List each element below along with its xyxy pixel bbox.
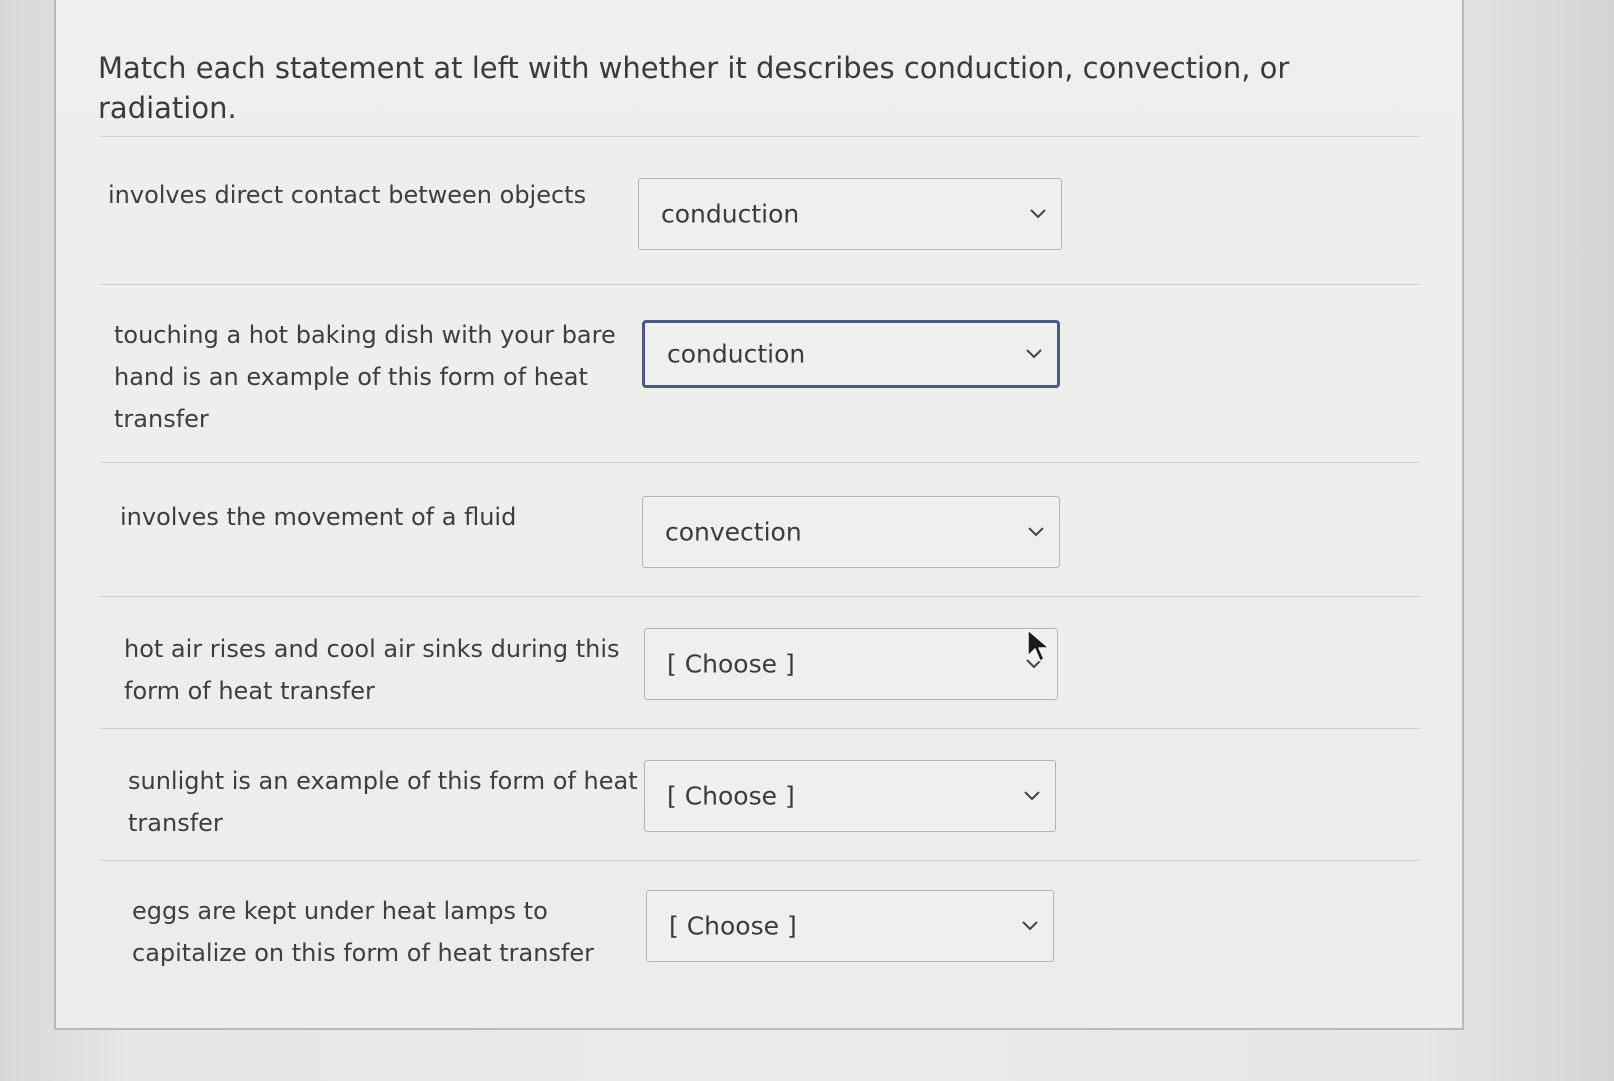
answer-select-2[interactable]: conduction	[642, 320, 1060, 388]
statement-1: involves direct contact between objects	[108, 174, 586, 216]
divider	[100, 596, 1420, 597]
divider	[100, 284, 1420, 285]
statement-2: touching a hot baking dish with your bar…	[114, 314, 616, 440]
statement-3: involves the movement of a fluid	[120, 496, 516, 538]
divider	[100, 860, 1420, 861]
selected-value: [ Choose ]	[669, 911, 797, 941]
divider	[100, 136, 1420, 137]
statement-line: hand is an example of this form of heat	[114, 363, 588, 391]
statement-line: hot air rises and cool air sinks during …	[124, 635, 620, 663]
statement-line: sunlight is an example of this form of h…	[128, 767, 638, 795]
selected-value: convection	[665, 517, 802, 547]
question-prompt: Match each statement at left with whethe…	[98, 51, 1290, 125]
selected-value: conduction	[661, 199, 800, 229]
statement-line: transfer	[114, 405, 209, 433]
chevron-down-icon	[1028, 527, 1044, 537]
mouse-pointer-icon	[1027, 629, 1050, 662]
chevron-down-icon	[1030, 209, 1046, 219]
chevron-down-icon	[1024, 791, 1040, 801]
selected-value: [ Choose ]	[667, 781, 795, 811]
selected-value: conduction	[667, 339, 806, 369]
statement-4: hot air rises and cool air sinks during …	[124, 628, 620, 712]
selected-value: [ Choose ]	[667, 649, 795, 679]
chevron-down-icon	[1022, 921, 1038, 931]
answer-select-1[interactable]: conduction	[638, 178, 1062, 250]
statement-line: eggs are kept under heat lamps to	[132, 897, 548, 925]
divider	[100, 728, 1420, 729]
statement-line: form of heat transfer	[124, 677, 375, 705]
statement-5: sunlight is an example of this form of h…	[128, 760, 638, 844]
answer-select-4[interactable]: [ Choose ]	[644, 628, 1058, 700]
answer-select-5[interactable]: [ Choose ]	[644, 760, 1056, 832]
statement-line: involves direct contact between objects	[108, 181, 587, 209]
question-card: Match each statement at left with whethe…	[54, 0, 1464, 1030]
answer-select-3[interactable]: convection	[642, 496, 1060, 568]
answer-select-6[interactable]: [ Choose ]	[646, 890, 1054, 962]
statement-line: involves the movement of a fluid	[120, 503, 517, 531]
statement-line: transfer	[128, 809, 223, 837]
statement-line: touching a hot baking dish with your bar…	[114, 321, 616, 349]
chevron-down-icon	[1026, 349, 1042, 359]
statement-6: eggs are kept under heat lamps to capita…	[132, 890, 594, 974]
statement-line: capitalize on this form of heat transfer	[132, 939, 595, 967]
divider	[100, 462, 1420, 463]
